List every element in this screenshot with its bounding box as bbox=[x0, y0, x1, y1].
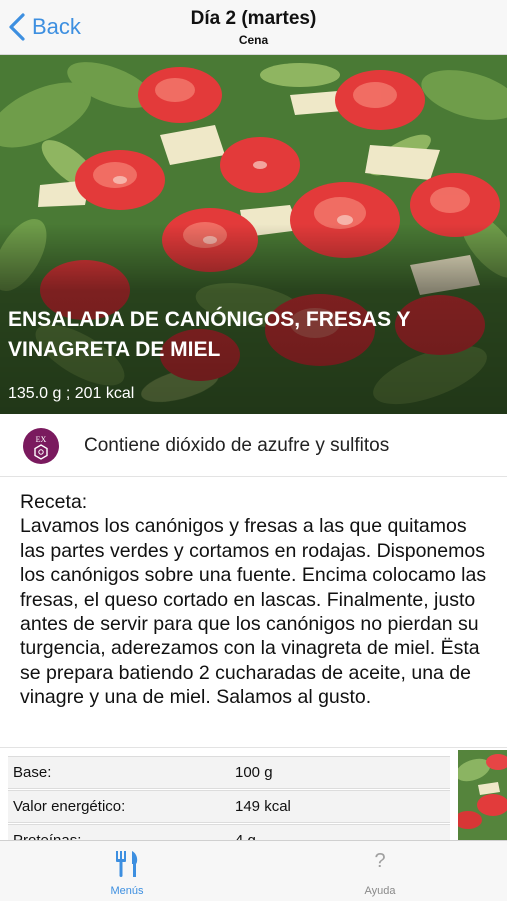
help-icon: ? bbox=[374, 850, 386, 872]
tab-ayuda-label: Ayuda bbox=[364, 885, 396, 897]
nutrition-value: 4 g bbox=[235, 832, 256, 840]
dish-title: ENSALADA DE CANÓNIGOS, FRESAS Y VINAGRET… bbox=[8, 308, 411, 361]
nutrition-row: Base: 100 g bbox=[8, 756, 450, 789]
allergen-text: Contiene dióxido de azufre y sulfitos bbox=[84, 435, 390, 456]
navigation-bar: Back Día 2 (martes) Cena bbox=[0, 0, 507, 55]
allergen-row: EX Contiene dióxido de azufre y sulfitos bbox=[0, 414, 507, 477]
nutrition-row: Valor energético: 149 kcal bbox=[8, 790, 450, 823]
nutrition-label: Valor energético: bbox=[13, 798, 126, 815]
dish-weight-calories: 135.0 g ; 201 kcal bbox=[8, 385, 135, 402]
nutrition-label: Base: bbox=[13, 764, 52, 781]
recipe-label: Receta: bbox=[20, 491, 88, 513]
page-subtitle: Cena bbox=[238, 33, 269, 47]
tab-menus[interactable]: Menús bbox=[57, 841, 197, 901]
nutrition-value: 149 kcal bbox=[235, 798, 291, 815]
cutlery-icon bbox=[116, 851, 138, 877]
dish-thumbnail bbox=[458, 750, 507, 840]
page-title: Día 2 (martes) bbox=[190, 8, 317, 29]
recipe-section: Receta: Lavamos los canónigos y fresas a… bbox=[20, 490, 495, 710]
dish-hero: ENSALADA DE CANÓNIGOS, FRESAS Y VINAGRET… bbox=[0, 55, 507, 414]
nutrition-label: Proteínas: bbox=[13, 832, 81, 840]
sulfite-allergen-icon: EX bbox=[23, 428, 59, 464]
recipe-text: Lavamos los canónigos y fresas a las que… bbox=[20, 515, 487, 709]
tab-menus-label: Menús bbox=[110, 885, 144, 897]
divider bbox=[0, 747, 507, 748]
tab-bar: Menús ? Ayuda bbox=[0, 840, 507, 901]
nutrition-value: 100 g bbox=[235, 764, 273, 781]
dish-thumbnail-photo bbox=[458, 750, 507, 840]
tab-ayuda[interactable]: ? Ayuda bbox=[310, 841, 450, 901]
allergen-icon-text: EX bbox=[36, 435, 47, 444]
nutrition-table: Base: 100 g Valor energético: 149 kcal P… bbox=[0, 750, 456, 840]
nutrition-row: Proteínas: 4 g bbox=[8, 824, 450, 840]
